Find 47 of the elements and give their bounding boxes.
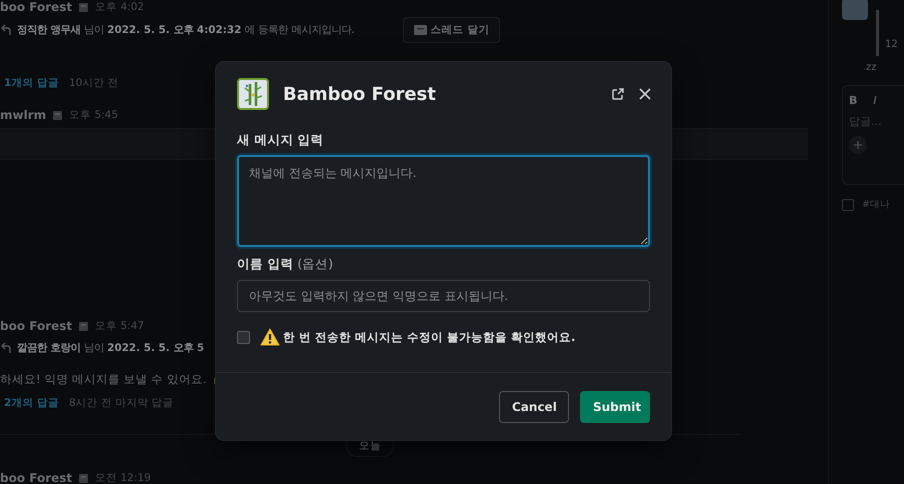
timestamp: 오전 12:19 <box>95 471 151 484</box>
message-input[interactable]: 채널에 전송되는 메시지입니다. <box>237 155 650 247</box>
message-text: 하세요! 익명 메시지를 보낼 수 있어요. <box>0 372 207 386</box>
bamboo-app-icon <box>237 78 269 110</box>
external-link-icon <box>611 87 625 101</box>
dialog-title: Bamboo Forest <box>283 84 437 104</box>
close-button[interactable] <box>639 88 651 100</box>
thread-button[interactable]: 스레드 달기 <box>402 17 500 43</box>
author-name: mwlrm <box>0 108 46 122</box>
format-button[interactable]: I <box>873 94 877 107</box>
reply-meta: 8시간 전 마지막 답글 <box>68 396 174 410</box>
notice-text: 정직한 앵무새 님이 2022. 5. 5. 오후 4:02:32 에 등록한 메시지입니다. <box>17 23 355 37</box>
plus-button[interactable] <box>849 136 867 154</box>
timestamp: 오후 5:45 <box>69 108 118 122</box>
close-icon <box>639 88 651 100</box>
notice-text: 깔끔한 호랑이 님이 2022. 5. 5. 오후 5 <box>17 341 204 355</box>
timestamp: 오후 5:47 <box>95 319 144 333</box>
replies-link[interactable]: 1개의 답글 <box>4 76 59 90</box>
message-icon <box>414 25 427 35</box>
checkbox[interactable] <box>842 198 854 210</box>
author-name: boo Forest <box>0 471 72 484</box>
reply-arrow-icon <box>1 24 11 36</box>
reply-text: zz <box>866 62 878 73</box>
confirm-checkbox[interactable] <box>237 330 250 344</box>
quote-text: 12 <box>885 39 898 52</box>
app-badge-icon <box>78 2 90 12</box>
app-badge-icon <box>78 472 90 484</box>
open-external-button[interactable] <box>611 87 625 101</box>
cancel-button[interactable]: Cancel <box>499 390 569 422</box>
author-name: boo Forest <box>0 0 72 14</box>
submit-button[interactable]: Submit <box>580 390 650 422</box>
author-name: boo Forest <box>0 319 72 333</box>
confirm-label: 한 번 전송한 메시지는 수정이 불가능함을 확인했어요. <box>283 330 576 344</box>
field-label: 새 메시지 입력 <box>237 132 325 149</box>
replies-link[interactable]: 2개의 답글 <box>4 396 59 410</box>
field-label: 이름 입력 (옵션) <box>237 256 334 273</box>
timestamp: 오후 4:02 <box>95 0 144 14</box>
app-badge-icon <box>78 320 90 332</box>
checkbox-label: #대나 <box>862 198 890 211</box>
format-button[interactable]: B <box>849 94 858 107</box>
avatar <box>842 0 868 20</box>
warning-icon <box>260 328 280 346</box>
plus-icon <box>854 141 862 149</box>
reply-arrow-icon <box>1 342 11 354</box>
name-input[interactable]: 아무것도 입력하지 않으면 익명으로 표시됩니다. <box>237 280 650 312</box>
reply-meta: 10시간 전 <box>68 76 119 90</box>
app-badge-icon <box>52 110 64 120</box>
